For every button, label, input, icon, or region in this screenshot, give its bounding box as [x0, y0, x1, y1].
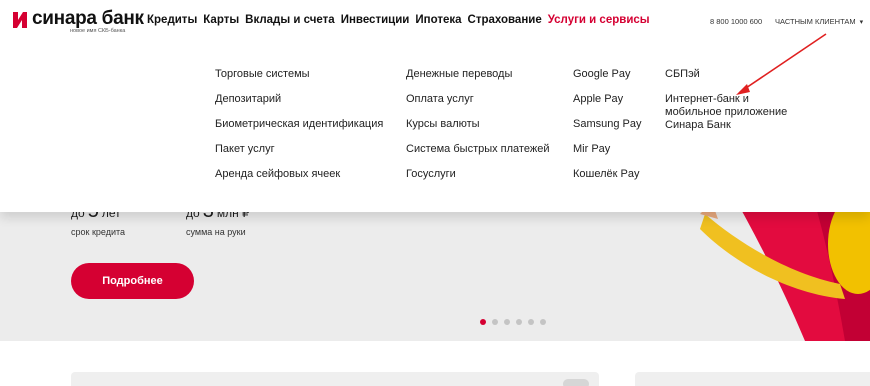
brand-tagline: новое имя СКБ-банка	[70, 28, 126, 34]
nav-item-mortgage[interactable]: Ипотека	[415, 14, 461, 26]
header: синара банк новое имя СКБ-банка Кредиты …	[0, 0, 870, 44]
brand-name: синара банк	[32, 8, 144, 29]
menu-item-payments[interactable]: Оплата услуг	[406, 93, 549, 106]
nav-item-credits[interactable]: Кредиты	[147, 14, 197, 26]
slider-dot[interactable]	[540, 319, 546, 325]
menu-item-apple-pay[interactable]: Apple Pay	[573, 93, 641, 106]
menu-item-depository[interactable]: Депозитарий	[215, 93, 383, 106]
nav-item-insurance[interactable]: Страхование	[468, 14, 542, 26]
product-card[interactable]	[635, 372, 870, 386]
logo-mark-icon	[13, 12, 27, 28]
term-label: срок кредита	[71, 227, 126, 237]
menu-item-biometrics[interactable]: Биометрическая идентификация	[215, 118, 383, 131]
slider-dot[interactable]	[516, 319, 522, 325]
content-section	[0, 341, 870, 386]
phone-number[interactable]: 8 800 1000 600	[710, 17, 762, 26]
page: синара банк новое имя СКБ-банка Кредиты …	[0, 0, 870, 386]
more-button[interactable]: Подробнее	[71, 263, 194, 299]
menu-item-koshelek-pay[interactable]: Кошелёк Pay	[573, 168, 641, 181]
nav-item-investments[interactable]: Инвестиции	[341, 14, 410, 26]
dropdown-column: Торговые системы Депозитарий Биометричес…	[215, 68, 383, 181]
menu-item-mir-pay[interactable]: Mir Pay	[573, 143, 641, 156]
slider-dot[interactable]	[492, 319, 498, 325]
services-dropdown: Торговые системы Депозитарий Биометричес…	[0, 44, 870, 212]
menu-item-internet-bank[interactable]: Интернет-банк и мобильное приложение Син…	[665, 93, 795, 132]
nav-item-deposits[interactable]: Вклады и счета	[245, 14, 335, 26]
menu-item-google-pay[interactable]: Google Pay	[573, 68, 641, 81]
card-toggle[interactable]	[563, 379, 589, 386]
chevron-down-icon: ▾	[859, 19, 864, 26]
amount-label: сумма на руки	[186, 227, 246, 237]
menu-item-sbp[interactable]: Система быстрых платежей	[406, 143, 549, 156]
nav-item-cards[interactable]: Карты	[203, 14, 239, 26]
slider-dots	[480, 319, 546, 325]
dropdown-column: СБПэй Интернет-банк и мобильное приложен…	[665, 68, 795, 132]
client-segment-selector[interactable]: ЧАСТНЫМ КЛИЕНТАМ ▾	[775, 17, 863, 26]
menu-item-samsung-pay[interactable]: Samsung Pay	[573, 118, 641, 131]
main-nav: Кредиты Карты Вклады и счета Инвестиции …	[147, 14, 650, 26]
nav-item-services[interactable]: Услуги и сервисы	[548, 14, 650, 26]
dropdown-column: Google Pay Apple Pay Samsung Pay Mir Pay…	[573, 68, 641, 181]
menu-item-transfers[interactable]: Денежные переводы	[406, 68, 549, 81]
menu-item-exchange-rates[interactable]: Курсы валюты	[406, 118, 549, 131]
dropdown-column: Денежные переводы Оплата услуг Курсы вал…	[406, 68, 549, 181]
logo[interactable]: синара банк новое имя СКБ-банка	[12, 8, 144, 36]
menu-item-service-package[interactable]: Пакет услуг	[215, 143, 383, 156]
slider-dot[interactable]	[504, 319, 510, 325]
product-card[interactable]	[71, 372, 599, 386]
slider-dot[interactable]	[528, 319, 534, 325]
menu-item-gosuslugi[interactable]: Госуслуги	[406, 168, 549, 181]
menu-item-trading-systems[interactable]: Торговые системы	[215, 68, 383, 81]
client-segment-label: ЧАСТНЫМ КЛИЕНТАМ	[775, 17, 856, 26]
menu-item-sbpay[interactable]: СБПэй	[665, 68, 795, 81]
menu-item-safe-deposit[interactable]: Аренда сейфовых ячеек	[215, 168, 383, 181]
slider-dot[interactable]	[480, 319, 486, 325]
